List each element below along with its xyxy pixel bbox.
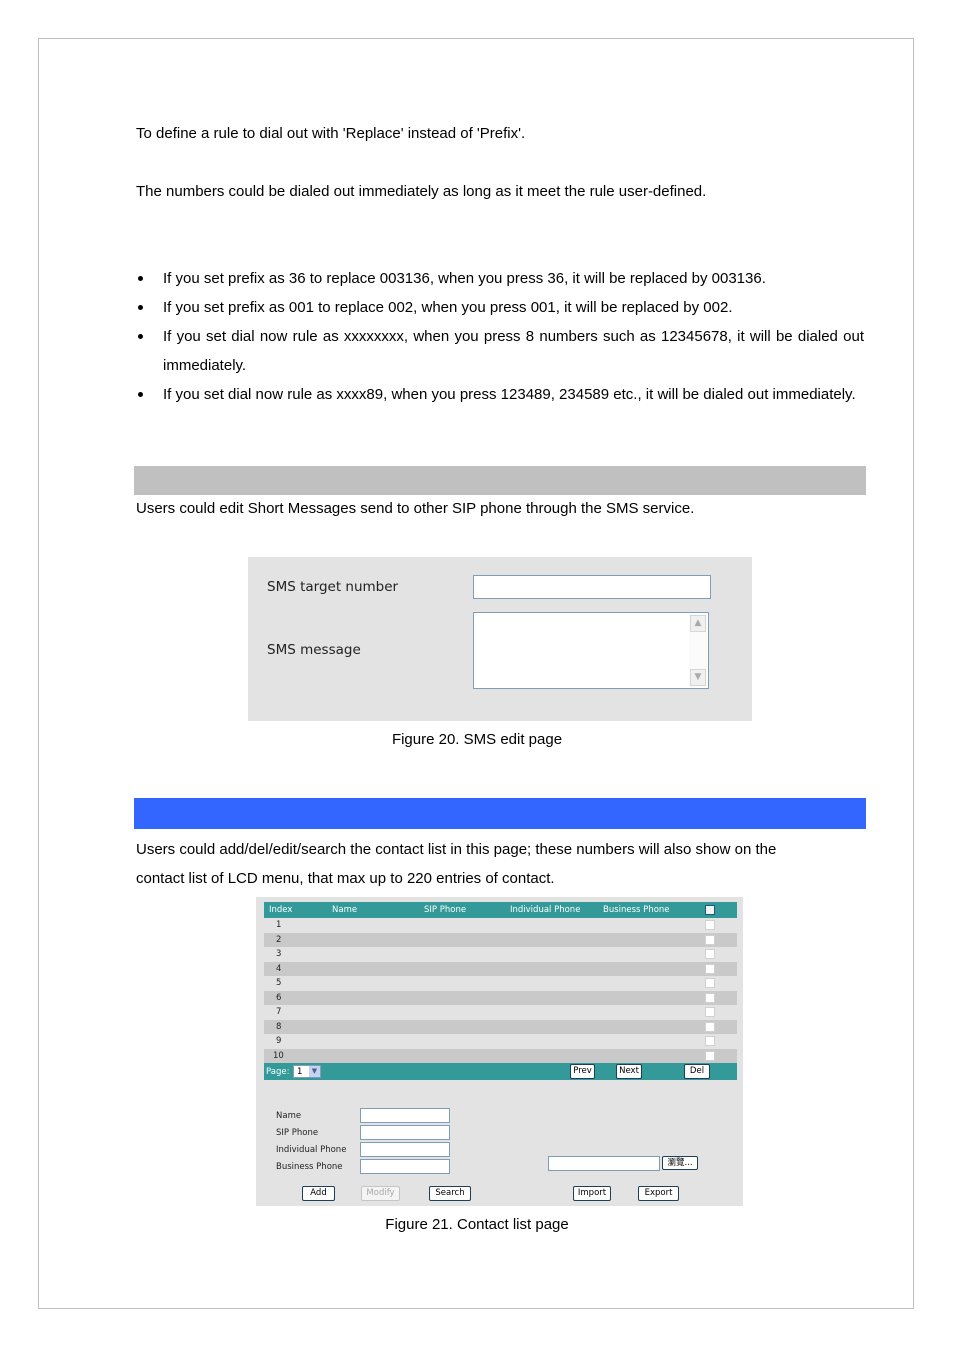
select-all-checkbox[interactable] — [705, 905, 715, 915]
scrollbar[interactable]: ▲ ▼ — [689, 614, 707, 687]
intro-replace-rule: To define a rule to dial out with 'Repla… — [136, 125, 526, 142]
sms-section-header-bar — [134, 466, 866, 495]
example-list: If you set prefix as 36 to replace 00313… — [136, 264, 864, 409]
sms-edit-figure: SMS target number SMS message ▲ ▼ — [248, 557, 752, 721]
column-index: Index — [269, 905, 293, 915]
table-row: 4 — [264, 961, 737, 976]
table-row: 6 — [264, 990, 737, 1005]
row-checkbox[interactable] — [705, 992, 715, 1003]
row-checkbox[interactable] — [705, 978, 715, 988]
sms-message-label: SMS message — [267, 642, 361, 658]
table-header: Index Name SIP Phone Individual Phone Bu… — [264, 902, 737, 918]
contact-description-line2: contact list of LCD menu, that max up to… — [136, 870, 555, 887]
prev-button[interactable]: Prev — [570, 1064, 595, 1079]
table-row: 9 — [264, 1034, 737, 1049]
individual-phone-label: Individual Phone — [276, 1145, 347, 1155]
table-row: 2 — [264, 932, 737, 947]
contact-section-header-bar — [134, 798, 866, 829]
figure-20-caption: Figure 20. SMS edit page — [391, 731, 563, 748]
table-footer: Page: 1 ▼ Prev Next Del — [264, 1063, 737, 1080]
sip-phone-label: SIP Phone — [276, 1128, 319, 1138]
scroll-up-icon[interactable]: ▲ — [690, 615, 706, 632]
add-button[interactable]: Add — [302, 1186, 335, 1201]
export-button[interactable]: Export — [638, 1186, 679, 1201]
bullet-icon — [138, 305, 143, 310]
list-item: If you set dial now rule as xxxxxxxx, wh… — [136, 322, 864, 380]
list-item: If you set prefix as 36 to replace 00313… — [136, 264, 864, 293]
bullet-icon — [138, 334, 143, 339]
row-checkbox[interactable] — [705, 1050, 715, 1061]
row-checkbox[interactable] — [705, 1021, 715, 1032]
name-input[interactable] — [360, 1108, 450, 1123]
next-button[interactable]: Next — [616, 1064, 642, 1079]
business-phone-label: Business Phone — [276, 1162, 343, 1172]
table-row: 10 — [264, 1048, 737, 1063]
column-sip-phone: SIP Phone — [424, 905, 467, 915]
delete-button[interactable]: Del — [684, 1064, 710, 1079]
intro-dial-now: The numbers could be dialed out immediat… — [136, 183, 707, 200]
sms-description: Users could edit Short Messages send to … — [136, 500, 695, 517]
page-select[interactable]: 1 ▼ — [293, 1065, 321, 1078]
list-item: If you set dial now rule as xxxx89, when… — [136, 380, 864, 409]
modify-button[interactable]: Modify — [361, 1186, 400, 1201]
name-label: Name — [276, 1111, 302, 1121]
page-label: Page: — [266, 1067, 290, 1077]
row-checkbox[interactable] — [705, 949, 715, 959]
sms-message-textarea[interactable]: ▲ ▼ — [473, 612, 709, 689]
table-row: 7 — [264, 1005, 737, 1020]
business-phone-input[interactable] — [360, 1159, 450, 1174]
contact-description-line1: Users could add/del/edit/search the cont… — [136, 841, 777, 858]
search-button[interactable]: Search — [429, 1186, 471, 1201]
row-checkbox[interactable] — [705, 1036, 715, 1046]
contact-list-figure: Index Name SIP Phone Individual Phone Bu… — [256, 897, 743, 1206]
row-checkbox[interactable] — [705, 934, 715, 945]
scroll-down-icon[interactable]: ▼ — [690, 669, 706, 686]
sms-target-label: SMS target number — [267, 579, 399, 595]
bullet-icon — [138, 392, 143, 397]
import-button[interactable]: Import — [573, 1186, 611, 1201]
chevron-down-icon: ▼ — [309, 1066, 320, 1077]
table-row: 8 — [264, 1019, 737, 1034]
contact-table: Index Name SIP Phone Individual Phone Bu… — [264, 902, 737, 1080]
figure-21-caption: Figure 21. Contact list page — [385, 1216, 569, 1233]
column-name: Name — [332, 905, 358, 915]
list-item: If you set prefix as 001 to replace 002,… — [136, 293, 864, 322]
individual-phone-input[interactable] — [360, 1142, 450, 1157]
row-checkbox[interactable] — [705, 920, 715, 930]
bullet-icon — [138, 276, 143, 281]
column-business-phone: Business Phone — [603, 905, 670, 915]
table-row: 3 — [264, 947, 737, 962]
table-row: 1 — [264, 918, 737, 933]
table-row: 5 — [264, 976, 737, 991]
sip-phone-input[interactable] — [360, 1125, 450, 1140]
column-individual-phone: Individual Phone — [510, 905, 581, 915]
row-checkbox[interactable] — [705, 1007, 715, 1017]
import-file-input[interactable] — [548, 1156, 660, 1171]
sms-target-input[interactable] — [473, 575, 711, 599]
row-checkbox[interactable] — [705, 963, 715, 974]
browse-button[interactable]: 瀏覽... — [662, 1156, 698, 1170]
